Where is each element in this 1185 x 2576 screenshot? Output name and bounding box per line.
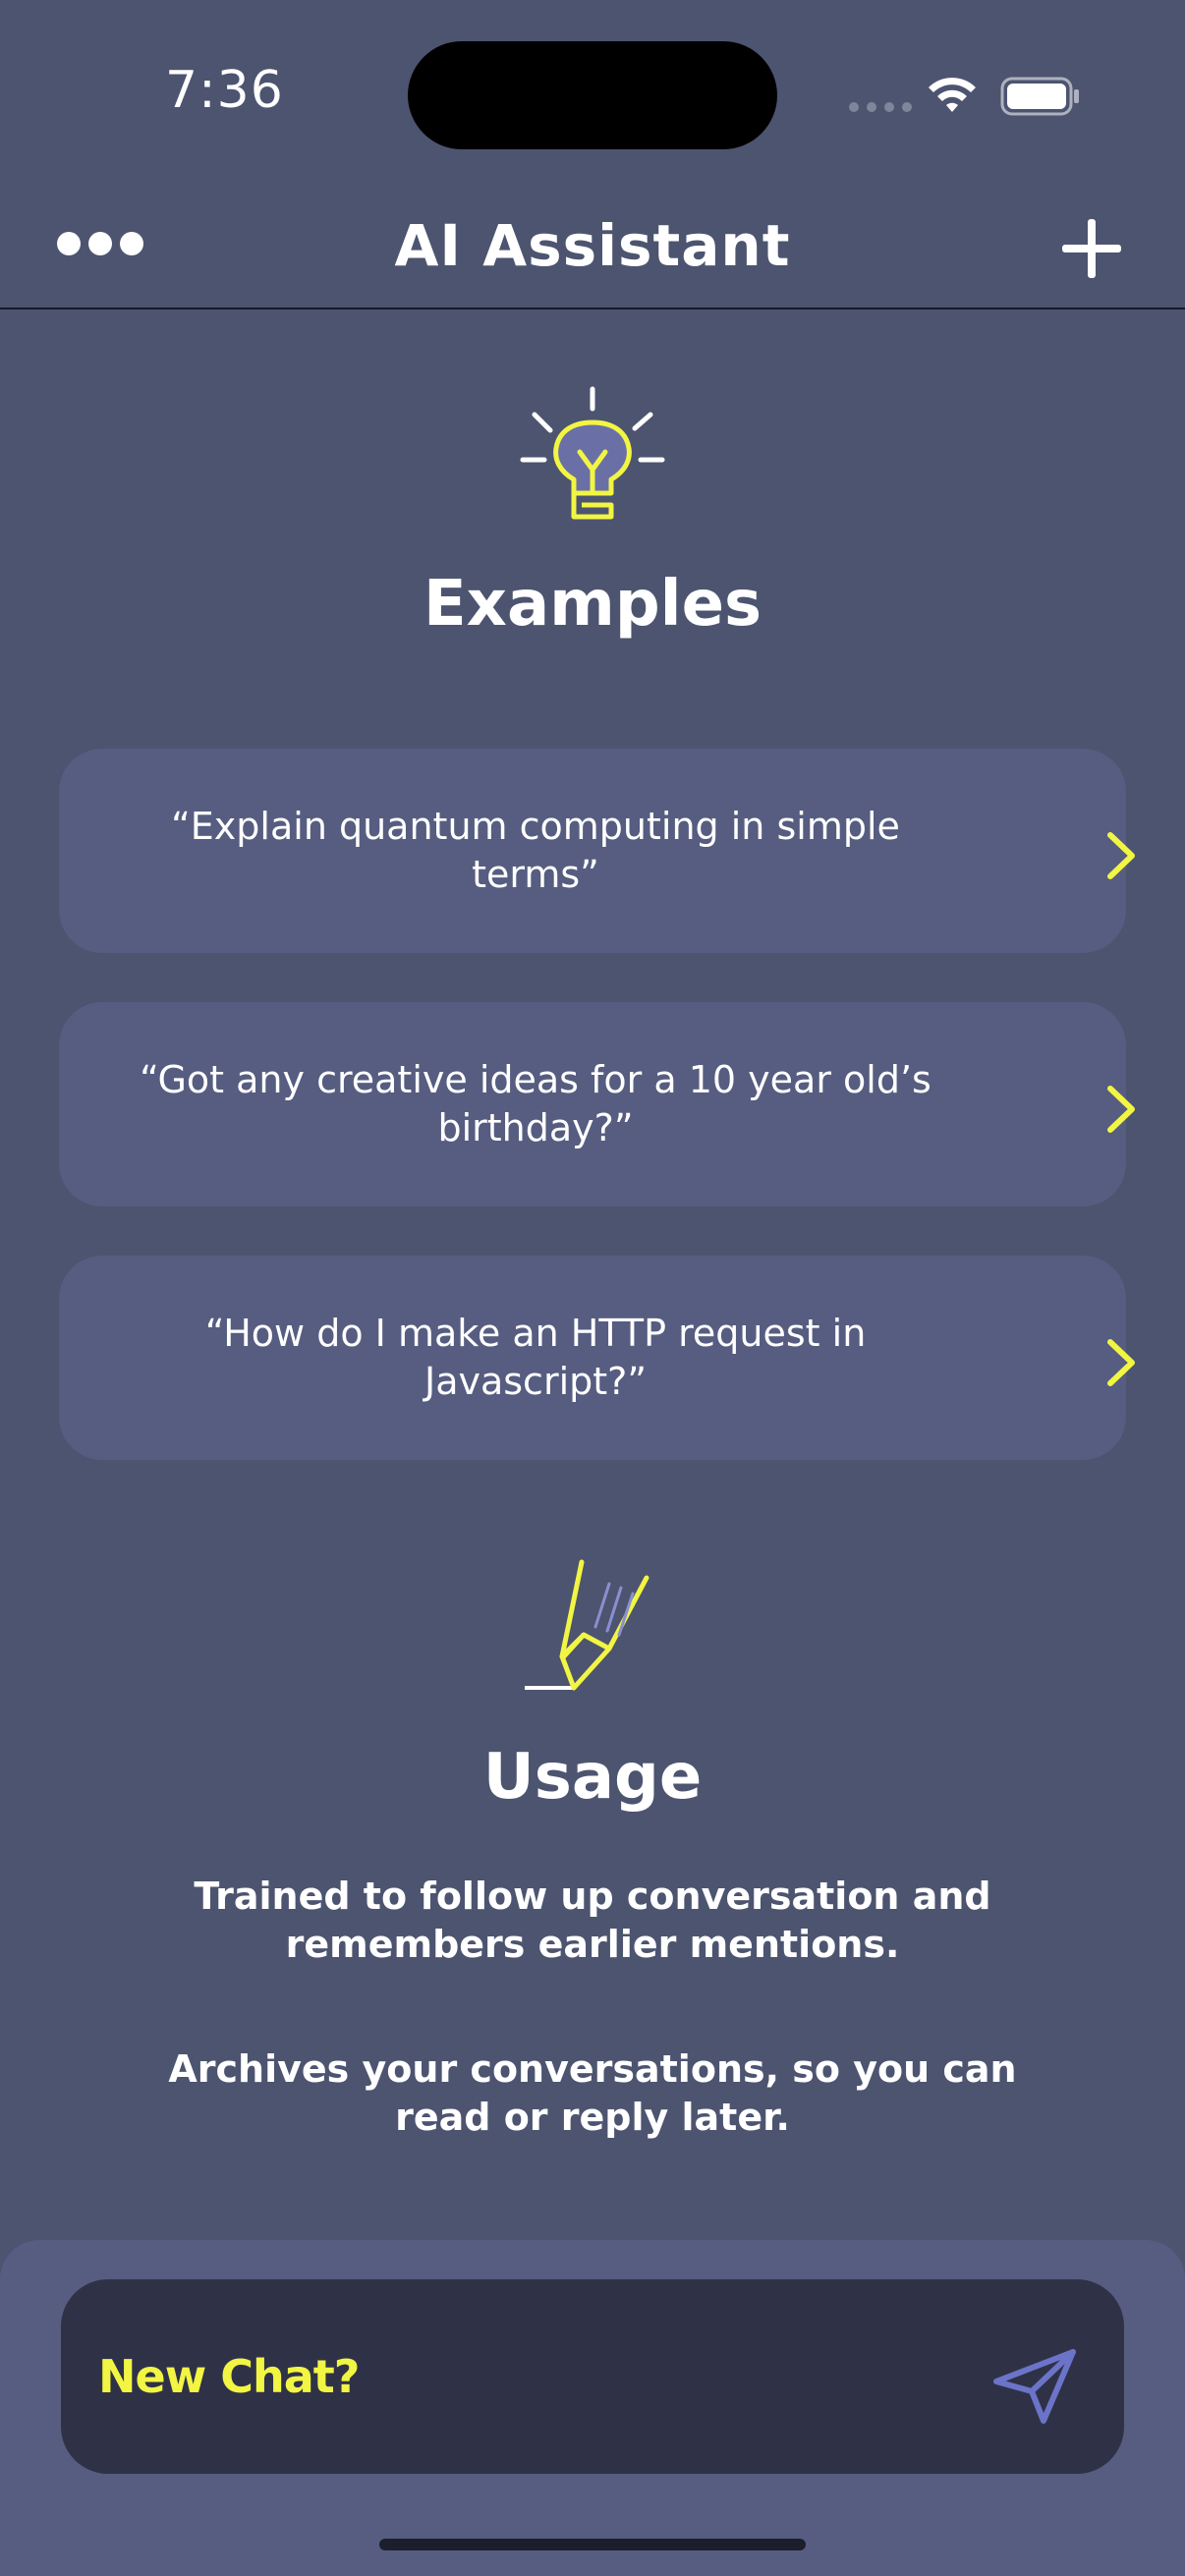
chevron-right-icon bbox=[1107, 832, 1135, 879]
example-prompt-text: “Explain quantum computing in simple ter… bbox=[171, 805, 900, 896]
new-chat-plus-button[interactable] bbox=[1059, 216, 1124, 281]
usage-description: Trained to follow up conversation and re… bbox=[194, 1875, 991, 1966]
dynamic-island bbox=[408, 41, 777, 149]
new-chat-bar[interactable]: New Chat? bbox=[61, 2279, 1124, 2474]
page-title: AI Assistant bbox=[394, 212, 791, 279]
example-prompt-card[interactable]: “Got any creative ideas for a 10 year ol… bbox=[59, 1002, 1135, 1206]
status-time: 7:36 bbox=[165, 61, 284, 120]
example-prompt-text: “How do I make an HTTP request in Javasc… bbox=[204, 1312, 867, 1403]
example-prompt-card[interactable]: “Explain quantum computing in simple ter… bbox=[59, 749, 1135, 953]
send-icon[interactable] bbox=[992, 2348, 1077, 2425]
wifi-icon bbox=[929, 78, 976, 112]
nav-divider bbox=[0, 308, 1185, 309]
cellular-signal-icon bbox=[849, 102, 912, 112]
battery-icon bbox=[1000, 77, 1079, 116]
example-prompt-card[interactable]: “How do I make an HTTP request in Javasc… bbox=[59, 1256, 1135, 1460]
example-prompt-text: “Got any creative ideas for a 10 year ol… bbox=[140, 1058, 931, 1149]
lightbulb-icon bbox=[520, 386, 665, 520]
chevron-right-icon bbox=[1107, 1339, 1135, 1386]
highlighter-icon bbox=[525, 1559, 649, 1691]
home-indicator bbox=[379, 2539, 806, 2550]
chevron-right-icon bbox=[1107, 1086, 1135, 1133]
usage-description: Archives your conversations, so you can … bbox=[168, 2047, 1017, 2139]
usage-title: Usage bbox=[482, 1741, 703, 1814]
new-chat-label: New Chat? bbox=[98, 2350, 360, 2403]
examples-title: Examples bbox=[423, 568, 762, 641]
